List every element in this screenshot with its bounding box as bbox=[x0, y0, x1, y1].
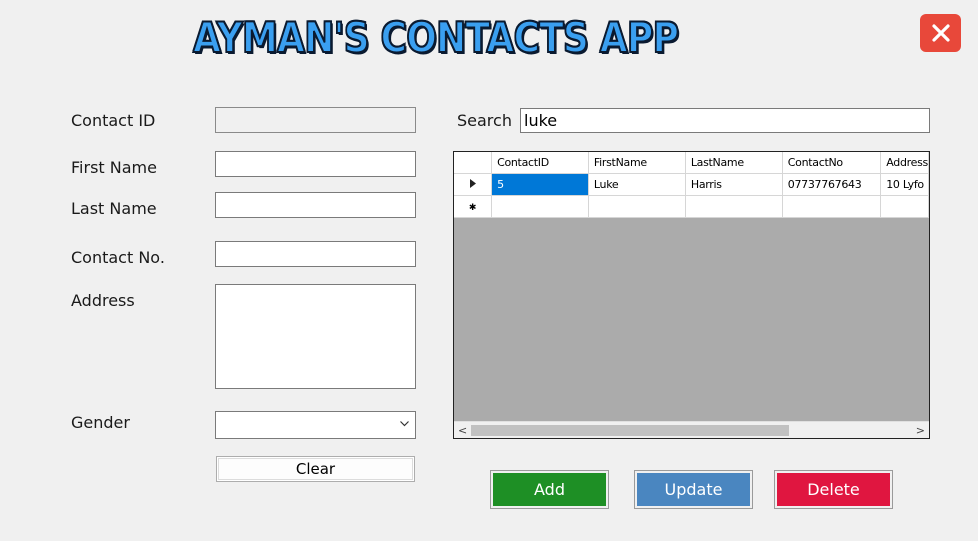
close-button[interactable] bbox=[920, 14, 961, 52]
chevron-down-icon bbox=[400, 421, 409, 427]
address-label: Address bbox=[71, 291, 135, 310]
add-button[interactable]: Add bbox=[490, 470, 609, 509]
contacts-table: ContactID FirstName LastName ContactNo A… bbox=[454, 152, 929, 218]
last-name-label: Last Name bbox=[71, 199, 157, 218]
update-button-face: Update bbox=[637, 473, 750, 506]
add-button-face: Add bbox=[493, 473, 606, 506]
column-header-address[interactable]: Address bbox=[880, 152, 929, 174]
new-cell[interactable] bbox=[491, 195, 589, 218]
last-name-field[interactable] bbox=[215, 192, 416, 218]
row-header[interactable]: ✱ bbox=[454, 195, 493, 218]
new-row-icon: ✱ bbox=[468, 202, 477, 213]
app-title: AYMAN'S CONTACTS APP bbox=[192, 12, 680, 63]
scroll-left-icon[interactable]: < bbox=[458, 424, 467, 437]
cell-firstname[interactable]: Luke bbox=[588, 173, 686, 196]
gender-label: Gender bbox=[71, 413, 130, 432]
new-cell[interactable] bbox=[782, 195, 882, 218]
first-name-label: First Name bbox=[71, 158, 157, 177]
column-header-contactno[interactable]: ContactNo bbox=[782, 152, 882, 174]
search-label: Search bbox=[457, 111, 512, 130]
new-row[interactable]: ✱ bbox=[454, 195, 929, 218]
update-button[interactable]: Update bbox=[634, 470, 753, 509]
table-row[interactable]: 5 Luke Harris 07737767643 10 Lyfo bbox=[454, 173, 929, 196]
first-name-field[interactable] bbox=[215, 151, 416, 177]
contact-no-label: Contact No. bbox=[71, 248, 165, 267]
contacts-grid[interactable]: ContactID FirstName LastName ContactNo A… bbox=[453, 151, 930, 439]
close-icon bbox=[931, 24, 950, 42]
delete-button[interactable]: Delete bbox=[774, 470, 893, 509]
new-cell[interactable] bbox=[685, 195, 783, 218]
column-header-lastname[interactable]: LastName bbox=[685, 152, 783, 174]
contact-no-field[interactable] bbox=[215, 241, 416, 267]
scrollbar-thumb[interactable] bbox=[471, 425, 789, 436]
column-header-firstname[interactable]: FirstName bbox=[588, 152, 686, 174]
row-header[interactable] bbox=[454, 173, 493, 196]
new-cell[interactable] bbox=[588, 195, 686, 218]
column-header-contactid[interactable]: ContactID bbox=[491, 152, 589, 174]
cell-contactid[interactable]: 5 bbox=[491, 173, 589, 196]
cell-lastname[interactable]: Harris bbox=[685, 173, 783, 196]
scroll-right-icon[interactable]: > bbox=[916, 424, 925, 437]
grid-corner-header bbox=[454, 152, 493, 174]
contact-id-label: Contact ID bbox=[71, 111, 156, 130]
address-field[interactable] bbox=[215, 284, 416, 389]
grid-header-row: ContactID FirstName LastName ContactNo A… bbox=[454, 152, 929, 174]
contact-id-field[interactable] bbox=[215, 107, 416, 133]
delete-button-face: Delete bbox=[777, 473, 890, 506]
clear-button[interactable]: Clear bbox=[216, 456, 415, 482]
new-cell[interactable] bbox=[880, 195, 929, 218]
gender-select[interactable] bbox=[215, 411, 416, 439]
cell-address[interactable]: 10 Lyfo bbox=[880, 173, 929, 196]
row-pointer-icon bbox=[469, 178, 476, 188]
search-input[interactable] bbox=[520, 108, 930, 133]
cell-contactno[interactable]: 07737767643 bbox=[782, 173, 882, 196]
horizontal-scrollbar[interactable]: < > bbox=[454, 421, 929, 438]
